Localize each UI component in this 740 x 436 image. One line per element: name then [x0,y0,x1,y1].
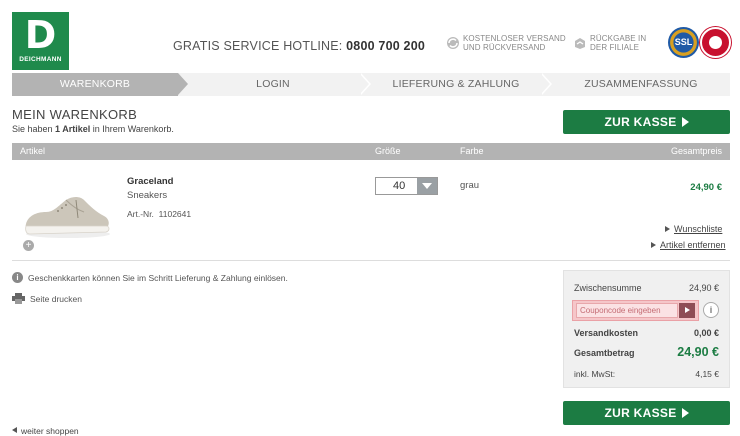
checkout-label: ZUR KASSE [604,115,677,129]
service-hotline: GRATIS SERVICE HOTLINE: 0800 700 200 [173,39,425,53]
usp-return-line-2: DER FILIALE [590,43,640,52]
size-select[interactable]: 40 [375,177,438,195]
vat-row: inkl. MwSt: 4,15 € [574,369,719,379]
size-value: 40 [393,180,406,192]
giftcard-note-text: Geschenkkarten können Sie im Schritt Lie… [28,273,288,283]
product-price: 24,90 € [690,182,722,193]
usp-return-line-1: RÜCKGABE IN [590,34,647,43]
order-summary: Zwischensumme 24,90 € Versandkosten 0,00 €… [563,270,730,388]
free-shipping-usp: KOSTENLOSER VERSAND UND RÜCKVERSAND [446,34,566,52]
page-title: MEIN WARENKORB [12,107,138,122]
subtotal-value: 24,90 € [688,283,719,293]
col-color: Farbe [460,146,484,156]
wishlist-link[interactable]: Wunschliste [664,224,722,234]
shipping-value: 0,00 € [693,328,719,338]
step-zusammenfassung[interactable]: ZUSAMMENFASSUNG [552,73,730,96]
free-shipping-icon [447,37,459,49]
coupon-info-icon[interactable]: i [703,302,719,318]
printer-icon [12,293,25,304]
hotline-number: 0800 700 200 [346,39,426,53]
play-arrow-icon [681,117,689,127]
article-number-value: 1102641 [158,209,192,219]
coupon-field-group [572,300,699,321]
store-return-usp: RÜCKGABE IN DER FILIALE [573,34,646,52]
subtotal-row: Zwischensumme 24,90 € [574,283,719,293]
col-total: Gesamtpreis [670,146,722,156]
usp-shipping-line-2: UND RÜCKVERSAND [463,43,546,52]
deichmann-logo[interactable]: D DEICHMANN [12,12,69,70]
info-icon: i [12,272,23,283]
col-size: Größe [375,146,401,156]
shipping-row: Versandkosten 0,00 € [574,328,719,338]
print-page-link[interactable]: Seite drucken [12,293,82,304]
col-article: Artikel [20,146,46,156]
ssl-badge[interactable]: SSL [668,27,699,58]
total-value: 24,90 € [677,345,719,359]
continue-shopping-link[interactable]: weiter shoppen [11,426,79,436]
vat-label: inkl. MwSt: [574,369,616,379]
cart-count-text: Sie haben 1 Artikel in Ihrem Warenkorb. [12,124,174,134]
trust-seal-icon [709,36,722,49]
logo-letter: D [24,13,57,57]
giftcard-note: i Geschenkkarten können Sie im Schritt Li… [12,272,288,283]
step-warenkorb[interactable]: WARENKORB [12,73,188,96]
cart-count-prefix: Sie haben [12,124,56,134]
divider [12,260,730,261]
checkout-button-bottom[interactable]: ZUR KASSE [563,401,730,425]
cart-count-suffix: in Ihrem Warenkorb. [90,124,174,134]
cart-count: 1 Artikel [55,124,91,134]
zoom-icon[interactable]: + [23,240,34,251]
play-arrow-icon [681,408,689,418]
product-color: grau [460,180,480,191]
article-number: Art.-Nr. 1102641 [127,209,191,219]
step-separator [359,72,371,95]
hotline-label: GRATIS SERVICE HOTLINE: [173,39,343,53]
vat-value: 4,15 € [695,369,719,379]
trust-seal-badge[interactable] [700,27,731,58]
coupon-input[interactable] [576,303,678,318]
step-separator [540,72,552,95]
shipping-label: Versandkosten [574,328,639,338]
cart-table-header: Artikel Größe Farbe Gesamtpreis [12,143,730,160]
checkout-label: ZUR KASSE [604,406,677,420]
usp-shipping-line-1: KOSTENLOSER VERSAND [463,34,566,43]
checkout-button-top[interactable]: ZUR KASSE [563,110,730,134]
article-number-label: Art.-Nr. [127,209,154,219]
total-row: Gesamtbetrag 24,90 € [574,345,719,359]
subtotal-label: Zwischensumme [574,283,642,293]
product-type: Sneakers [127,190,168,201]
chevron-down-icon[interactable] [417,178,437,194]
logo-name: DEICHMANN [19,56,62,63]
step-login[interactable]: LOGIN [188,73,358,96]
print-label: Seite drucken [30,294,82,304]
coupon-submit-button[interactable] [679,303,695,318]
step-lieferung-zahlung[interactable]: LIEFERUNG & ZAHLUNG [371,73,541,96]
product-name[interactable]: Graceland [127,176,173,187]
remove-item-link[interactable]: Artikel entfernen [651,240,726,250]
sneaker-product-image[interactable] [22,188,112,240]
checkout-steps: WARENKORB LOGIN LIEFERUNG & ZAHLUNG ZUSA… [12,72,730,96]
total-label: Gesamtbetrag [574,348,635,358]
return-box-icon [575,38,585,49]
